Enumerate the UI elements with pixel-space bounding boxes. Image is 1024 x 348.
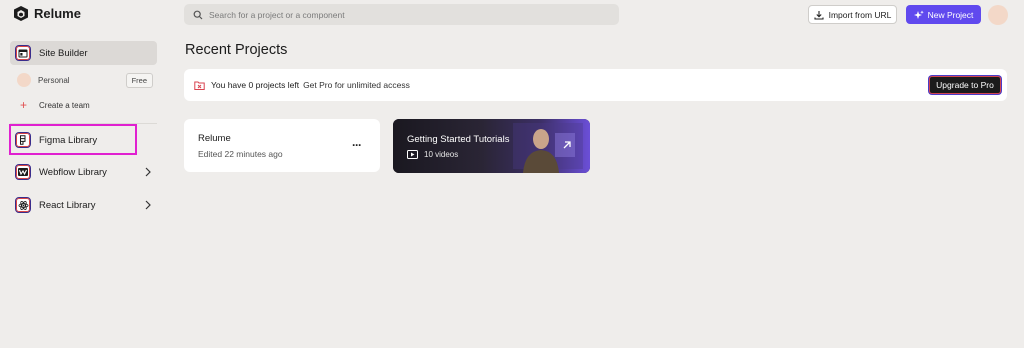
- new-project-button[interactable]: New Project: [906, 5, 981, 24]
- plan-badge: Free: [125, 73, 153, 88]
- external-arrow-icon[interactable]: [560, 138, 574, 152]
- download-icon: [814, 10, 824, 20]
- app-logo[interactable]: Relume: [13, 5, 81, 22]
- project-card[interactable]: Relume Edited 22 minutes ago ···: [184, 119, 380, 172]
- search-icon: [193, 10, 203, 19]
- banner-subtext: Get Pro for unlimited access: [303, 80, 410, 90]
- folder-alert-icon: [194, 81, 205, 90]
- sidebar-item-label: Webflow Library: [39, 166, 107, 178]
- sidebar-item-label: React Library: [39, 199, 96, 211]
- banner-message: You have 0 projects left: [211, 80, 300, 90]
- video-count-label: 10 videos: [424, 150, 459, 159]
- site-builder-icon: [15, 45, 31, 61]
- upgrade-to-pro-button[interactable]: Upgrade to Pro: [929, 76, 1001, 94]
- sidebar-item-react-library[interactable]: React Library: [10, 193, 157, 217]
- more-options-icon[interactable]: ···: [352, 138, 362, 152]
- sidebar-item-label: Site Builder: [39, 47, 88, 59]
- search-input[interactable]: [209, 9, 589, 20]
- sidebar-item-site-builder[interactable]: Site Builder: [10, 41, 157, 65]
- sparkle-icon: [913, 10, 924, 19]
- new-project-label: New Project: [927, 9, 974, 20]
- upgrade-banner: You have 0 projects left Get Pro for unl…: [184, 69, 1007, 101]
- workspace-personal[interactable]: Personal Free: [17, 71, 153, 89]
- tutorials-title: Getting Started Tutorials: [407, 134, 510, 145]
- import-from-url-button[interactable]: Import from URL: [808, 5, 897, 24]
- workspace-label: Personal: [38, 75, 70, 85]
- project-name: Relume: [198, 133, 231, 144]
- page-title: Recent Projects: [185, 42, 288, 58]
- user-avatar[interactable]: [988, 5, 1008, 25]
- chevron-right-icon: [145, 200, 151, 210]
- avatar: [17, 73, 31, 87]
- sidebar-item-webflow-library[interactable]: Webflow Library: [10, 160, 157, 184]
- selection-highlight: [9, 124, 137, 155]
- react-icon: [15, 197, 31, 213]
- chevron-right-icon: [145, 167, 151, 177]
- play-icon: [407, 150, 418, 159]
- create-team-label: Create a team: [39, 100, 90, 110]
- search-bar[interactable]: [184, 4, 619, 25]
- tutorials-count: 10 videos: [407, 150, 458, 159]
- project-edited-time: Edited 22 minutes ago: [198, 149, 283, 159]
- create-team-button[interactable]: + Create a team: [17, 99, 90, 111]
- relume-logo-icon: [14, 6, 28, 21]
- plus-icon: +: [19, 98, 27, 112]
- app-name: Relume: [34, 6, 81, 21]
- webflow-icon: [15, 164, 31, 180]
- import-label: Import from URL: [828, 9, 892, 20]
